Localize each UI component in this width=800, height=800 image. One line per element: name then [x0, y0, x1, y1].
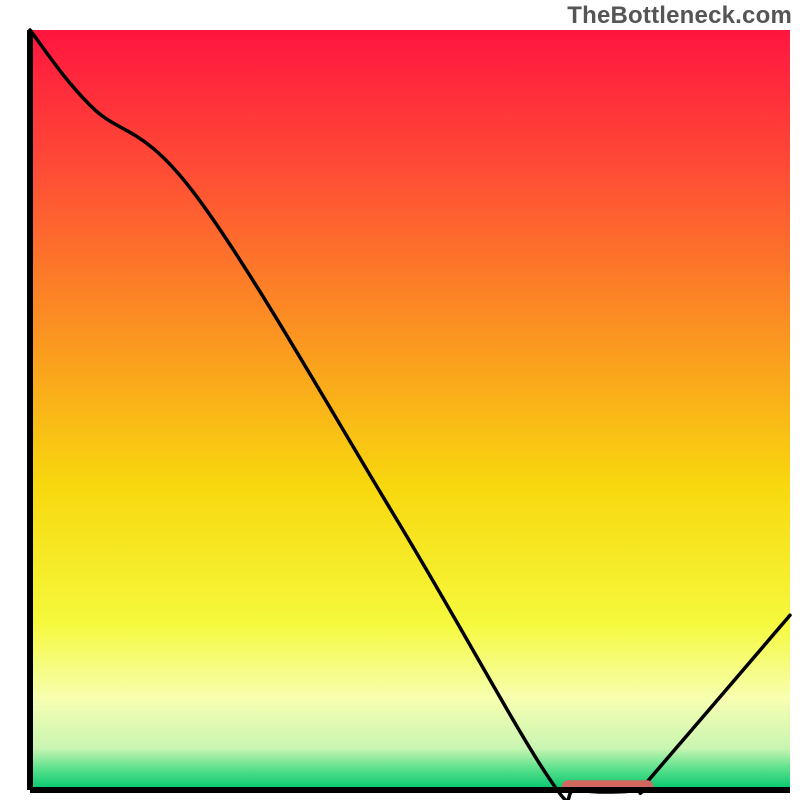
chart-container: TheBottleneck.com [0, 0, 800, 800]
bottleneck-chart [0, 0, 800, 800]
watermark-text: TheBottleneck.com [567, 2, 792, 30]
plot-background [30, 30, 790, 790]
